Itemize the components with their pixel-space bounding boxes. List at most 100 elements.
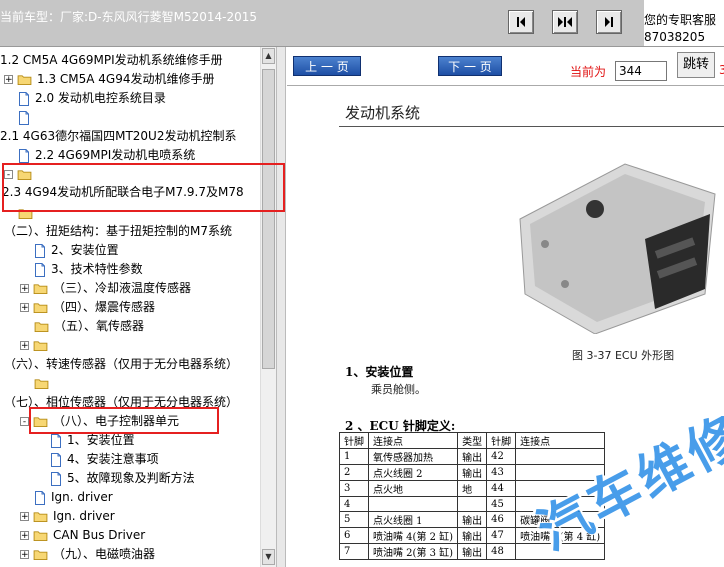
table-cell: 48 xyxy=(486,543,517,560)
table-cell: 输出 xyxy=(457,543,488,560)
scroll-thumb[interactable] xyxy=(262,69,275,369)
prev-page-label: 上 一 页 xyxy=(305,60,349,74)
ecu-photo xyxy=(519,163,716,334)
pin-table-header: 针脚 连接点 类型 针脚 连接点 xyxy=(339,432,606,449)
next-page-button[interactable]: 下 一 页 xyxy=(438,56,502,76)
manual-tree: 1.2 CM5A 4G69MPI发动机系统维修手册 +1.3 CM5A 4G94发… xyxy=(0,47,260,567)
folder-icon xyxy=(33,531,48,541)
pin-table-header-cell: 针脚 xyxy=(339,432,369,449)
split-arrows-icon xyxy=(558,17,572,27)
expand-icon[interactable]: + xyxy=(4,75,13,85)
tree-item[interactable]: + xyxy=(20,336,53,355)
figure-caption: 图 3-37 ECU 外形图 xyxy=(572,349,675,362)
tree-item[interactable]: （二）、扭矩结构：基于扭矩控制的M7系统 xyxy=(4,222,232,241)
document-icon xyxy=(19,110,29,125)
folder-icon xyxy=(33,512,48,522)
table-cell xyxy=(457,496,488,512)
jump-label: 跳转 xyxy=(682,57,709,72)
arrow-left-bar-icon xyxy=(517,17,525,27)
trailing-text: 3 xyxy=(719,63,724,77)
tree-item[interactable]: 2.1 4G63德尔福国四MT20U2发动机控制系 xyxy=(0,127,236,146)
tree-item[interactable]: 2.0 发动机电控系统目录 xyxy=(18,89,166,108)
tree-item[interactable] xyxy=(18,108,35,127)
expand-icon[interactable]: + xyxy=(20,303,29,313)
tree-item-label: 2.1 4G63德尔福国四MT20U2发动机控制系 xyxy=(0,129,237,143)
top-toolbar: 当前车型：厂家:D-东风风行菱智M52014-2015 您的专职客服 87038… xyxy=(0,0,724,47)
table-cell: 1 xyxy=(339,448,369,465)
table-cell: 输出 xyxy=(457,511,488,528)
doc-title: 发动机系统 xyxy=(345,104,421,122)
table-cell: 2 xyxy=(339,464,369,481)
table-cell: 喷油嘴 2(第 3 缸) xyxy=(367,543,459,560)
collapse-left-button[interactable] xyxy=(508,10,534,34)
tree-item[interactable]: （五）、氧传感器 xyxy=(34,317,144,336)
manual-page: 发动机系统 图 3-37 ECU 外形图 1、安装位置 乘员舱侧。 2 、ECU… xyxy=(287,86,724,567)
tree-item[interactable]: 4、安装注意事项 xyxy=(50,450,159,469)
tree-scrollbar[interactable]: ▲ ▼ xyxy=(260,47,276,567)
folder-icon xyxy=(33,341,48,351)
tree-item[interactable] xyxy=(34,374,54,393)
document-icon xyxy=(35,243,45,258)
table-cell: 地 xyxy=(457,480,488,497)
table-cell: 44 xyxy=(486,480,517,497)
expand-icon[interactable]: + xyxy=(20,284,29,294)
viewer-toolbar: 上 一 页 下 一 页 当前为 跳转 3 xyxy=(287,47,724,86)
tree-item[interactable]: （六）、转速传感器（仅用于无分电器系统） xyxy=(4,355,238,374)
folder-icon xyxy=(33,550,48,560)
tree-item[interactable]: Ign. driver xyxy=(34,488,113,507)
tree-item-label: 2、安装位置 xyxy=(51,243,119,257)
tree-item-label: （五）、氧传感器 xyxy=(54,319,145,333)
table-cell: 点火线圈 1 xyxy=(367,511,459,528)
tree-item[interactable]: +1.3 CM5A 4G94发动机维修手册 xyxy=(4,70,215,89)
prev-page-button[interactable]: 上 一 页 xyxy=(293,56,361,76)
expand-icon[interactable]: + xyxy=(20,531,29,541)
expand-icon[interactable]: + xyxy=(20,550,29,560)
table-cell: 输出 xyxy=(457,464,488,481)
tree-item[interactable]: 3、技术特性参数 xyxy=(34,260,143,279)
jump-button[interactable]: 跳转 xyxy=(677,52,715,78)
expand-icon[interactable]: + xyxy=(20,341,29,351)
customer-service-box: 您的专职客服 87038205 xyxy=(644,0,724,46)
document-icon xyxy=(19,148,29,163)
tree-item[interactable]: + （九）、电磁喷油器 xyxy=(20,545,155,564)
tree-item-label: 5、故障现象及判断方法 xyxy=(67,471,195,485)
pane-splitter[interactable] xyxy=(276,47,286,567)
table-cell: 喷油嘴 4(第 2 缸) xyxy=(367,527,459,544)
tree-item-label: Ign. driver xyxy=(53,509,115,523)
page-number-input[interactable] xyxy=(615,61,667,81)
scroll-up-icon[interactable]: ▲ xyxy=(262,48,275,64)
collapse-right-button[interactable] xyxy=(596,10,622,34)
table-cell: 43 xyxy=(486,464,517,481)
tree-item-label: 3、技术特性参数 xyxy=(51,262,143,276)
expand-icon[interactable]: + xyxy=(20,512,29,522)
service-label: 您的专职客服 xyxy=(644,13,717,27)
table-cell: 氧传感器加热 xyxy=(367,448,459,465)
table-cell: 4 xyxy=(339,496,369,512)
tree-item-label: （六）、转速传感器（仅用于无分电器系统） xyxy=(4,357,239,371)
tree-item[interactable]: + （三）、冷却液温度传感器 xyxy=(20,279,191,298)
table-cell: 6 xyxy=(339,527,369,544)
folder-icon xyxy=(33,284,48,294)
tree-item-label: （二）、扭矩结构：基于扭矩控制的M7系统 xyxy=(4,224,232,238)
document-icon xyxy=(35,490,45,505)
table-cell xyxy=(367,496,459,512)
collapse-icon[interactable]: - xyxy=(20,417,29,427)
tree-item[interactable]: + Ign. driver xyxy=(20,507,115,526)
split-view-button[interactable] xyxy=(552,10,578,34)
tree-item[interactable]: 1.2 CM5A 4G69MPI发动机系统维修手册 xyxy=(0,51,223,70)
document-icon xyxy=(19,91,29,106)
tree-item-label: CAN Bus Driver xyxy=(53,528,146,542)
tree-item[interactable]: 5、故障现象及判断方法 xyxy=(50,469,195,488)
tree-item[interactable]: + （四）、爆震传感器 xyxy=(20,298,155,317)
document-icon xyxy=(51,433,61,448)
table-row: 1 氧传感器加热 输出 42 xyxy=(339,448,606,465)
tree-item[interactable]: + CAN Bus Driver xyxy=(20,526,145,545)
tree-item-label: 2.0 发动机电控系统目录 xyxy=(35,91,166,105)
pin-table-header-cell: 类型 xyxy=(457,432,488,449)
tree-item-label: 1.3 CM5A 4G94发动机维修手册 xyxy=(37,72,215,86)
table-cell: 45 xyxy=(486,496,517,512)
title-rule xyxy=(339,126,724,127)
tree-item[interactable]: 2、安装位置 xyxy=(34,241,119,260)
table-cell: 输出 xyxy=(457,527,488,544)
scroll-down-icon[interactable]: ▼ xyxy=(262,549,275,565)
